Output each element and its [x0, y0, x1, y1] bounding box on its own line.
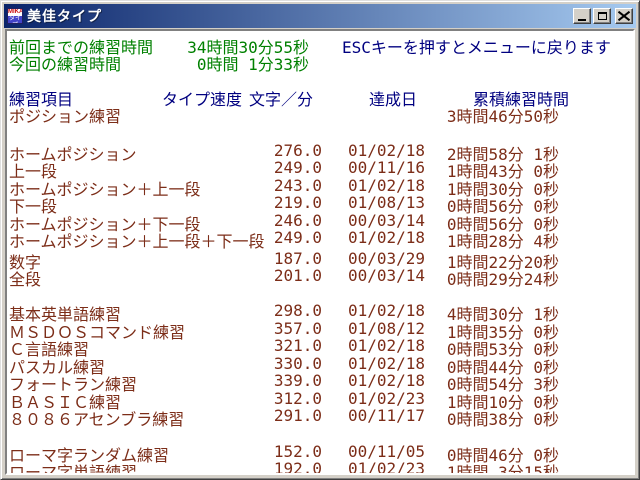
table-row: 上一段249.000/11/161時間43分 0秒 — [7, 158, 633, 175]
app-icon-top-text: MIKA — [8, 9, 22, 16]
maximize-icon — [598, 12, 607, 20]
table-row: ローマ字ランダム練習152.000/11/050時間46分 0秒 — [7, 442, 633, 459]
row-speed: 201.0 — [217, 266, 322, 285]
window-controls — [573, 8, 633, 24]
row-speed: 298.0 — [217, 301, 322, 320]
current-time-line: 今回の練習時間 0時間 1分33秒 — [7, 51, 633, 68]
table-row: ホームポジション＋上一段243.001/02/181時間30分 0秒 — [7, 176, 633, 193]
minimize-button[interactable] — [573, 8, 591, 24]
row-name: ローマ字単語練習 — [9, 459, 137, 475]
table-row: ８０８６アセンブラ練習291.000/11/170時間38分 0秒 — [7, 406, 633, 423]
position-summary-row: ポジション練習 3時間46分50秒 — [7, 103, 633, 120]
app-window: MIKA タイプ 美佳タイプ 前回までの練習時間 34時間30分55秒 ESCキ… — [0, 0, 640, 480]
row-name: ８０８６アセンブラ練習 — [9, 406, 184, 430]
table-row: 下一段219.001/08/130時間56分 0秒 — [7, 193, 633, 210]
close-icon — [618, 11, 630, 21]
titlebar[interactable]: MIKA タイプ 美佳タイプ — [4, 4, 636, 28]
table-row: ホームポジション276.001/02/182時間58分 1秒 — [7, 141, 633, 158]
table-row: 数字187.000/03/291時間22分20秒 — [7, 249, 633, 266]
row-time: 1時間 3分15秒 — [387, 459, 559, 475]
close-button[interactable] — [615, 8, 633, 24]
summary-time: 3時間46分50秒 — [387, 103, 559, 127]
table-row: パスカル練習330.001/02/180時間44分 0秒 — [7, 354, 633, 371]
record-canvas: 前回までの練習時間 34時間30分55秒 ESCキーを押すとメニューに戻ります … — [7, 31, 635, 475]
row-speed: 249.0 — [217, 228, 322, 247]
client-area: 前回までの練習時間 34時間30分55秒 ESCキーを押すとメニューに戻ります … — [5, 29, 635, 475]
previous-time-line: 前回までの練習時間 34時間30分55秒 ESCキーを押すとメニューに戻ります — [7, 34, 633, 51]
minimize-icon — [578, 19, 586, 21]
table-header-row: 練習項目 タイプ速度 文字／分 達成日 累積練習時間 — [7, 86, 633, 103]
current-time-label: 今回の練習時間 — [9, 51, 121, 75]
row-speed: 192.0 — [217, 459, 322, 475]
row-time: 0時間38分 0秒 — [387, 406, 559, 430]
table-row: 全段201.000/03/140時間29分24秒 — [7, 266, 633, 283]
app-icon-bottom-text: タイプ — [8, 16, 22, 23]
table-row: ＢＡＳＩＣ練習312.001/02/231時間10分 0秒 — [7, 389, 633, 406]
app-icon: MIKA タイプ — [7, 8, 23, 24]
current-time-value: 0時間 1分33秒 — [127, 51, 309, 75]
maximize-button[interactable] — [593, 8, 611, 24]
row-name: 全段 — [9, 266, 41, 290]
row-speed: 249.0 — [217, 158, 322, 177]
row-speed: 339.0 — [217, 371, 322, 390]
table-row: ローマ字単語練習192.001/02/231時間 3分15秒 — [7, 459, 633, 475]
row-speed: 291.0 — [217, 406, 322, 425]
table-row: Ｃ言語練習321.001/02/180時間53分 0秒 — [7, 336, 633, 353]
row-speed: 321.0 — [217, 336, 322, 355]
window-title: 美佳タイプ — [27, 4, 102, 28]
row-speed: 219.0 — [217, 193, 322, 212]
screen: MIKA タイプ 美佳タイプ 前回までの練習時間 34時間30分55秒 ESCキ… — [0, 0, 640, 480]
table-row: ホームポジション＋下一段246.000/03/140時間56分 0秒 — [7, 211, 633, 228]
table-row: フォートラン練習339.001/02/180時間54分 3秒 — [7, 371, 633, 388]
table-row: 基本英単語練習298.001/02/184時間30分 1秒 — [7, 301, 633, 318]
table-row: ＭＳＤＯＳコマンド練習357.001/08/121時間35分 0秒 — [7, 319, 633, 336]
row-time: 0時間29分24秒 — [387, 266, 559, 290]
table-row: ホームポジション＋上一段＋下一段249.001/02/181時間28分 4秒 — [7, 228, 633, 245]
summary-name: ポジション練習 — [9, 103, 121, 127]
